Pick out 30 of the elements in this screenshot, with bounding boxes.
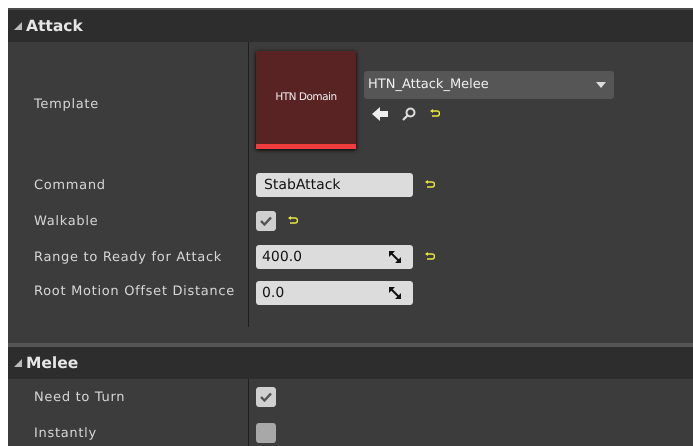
reset-arrow-icon[interactable] <box>425 252 435 262</box>
asset-dropdown[interactable]: HTN_Attack_Melee <box>364 70 614 98</box>
text-field[interactable]: StabAttack <box>256 173 413 197</box>
property-label: Template <box>34 97 99 112</box>
asset-thumbnail[interactable]: HTN Domain <box>256 50 356 148</box>
property-label: Command <box>34 178 106 192</box>
drag-arrows-icon <box>389 251 401 263</box>
left-arrow-icon[interactable] <box>372 106 388 120</box>
checkbox[interactable] <box>256 387 276 407</box>
property-label: Root Motion Offset Distance <box>34 284 235 299</box>
property-label: Walkable <box>34 214 98 228</box>
expand-triangle-icon <box>14 22 22 30</box>
checkmark-icon <box>260 392 272 402</box>
expand-triangle-icon <box>14 359 22 367</box>
checkbox[interactable] <box>256 211 276 231</box>
reset-arrow-icon[interactable] <box>425 180 435 190</box>
property-label: Instantly <box>34 426 97 440</box>
checkbox[interactable] <box>256 423 276 443</box>
dropdown-arrow-icon <box>596 82 606 88</box>
property-label: Range to Ready for Attack <box>34 250 222 264</box>
property-label: Need to Turn <box>34 390 126 404</box>
category-header[interactable]: Attack <box>8 10 693 42</box>
search-icon[interactable] <box>402 106 416 120</box>
checkmark-icon <box>260 216 272 226</box>
reset-arrow-icon[interactable] <box>288 216 298 226</box>
reset-arrow-icon[interactable] <box>430 108 440 118</box>
drag-arrows-icon <box>389 287 401 299</box>
number-field[interactable]: 400.0 <box>256 245 413 269</box>
number-field[interactable]: 0.0 <box>256 281 413 305</box>
category-header[interactable]: Melee <box>8 347 693 379</box>
